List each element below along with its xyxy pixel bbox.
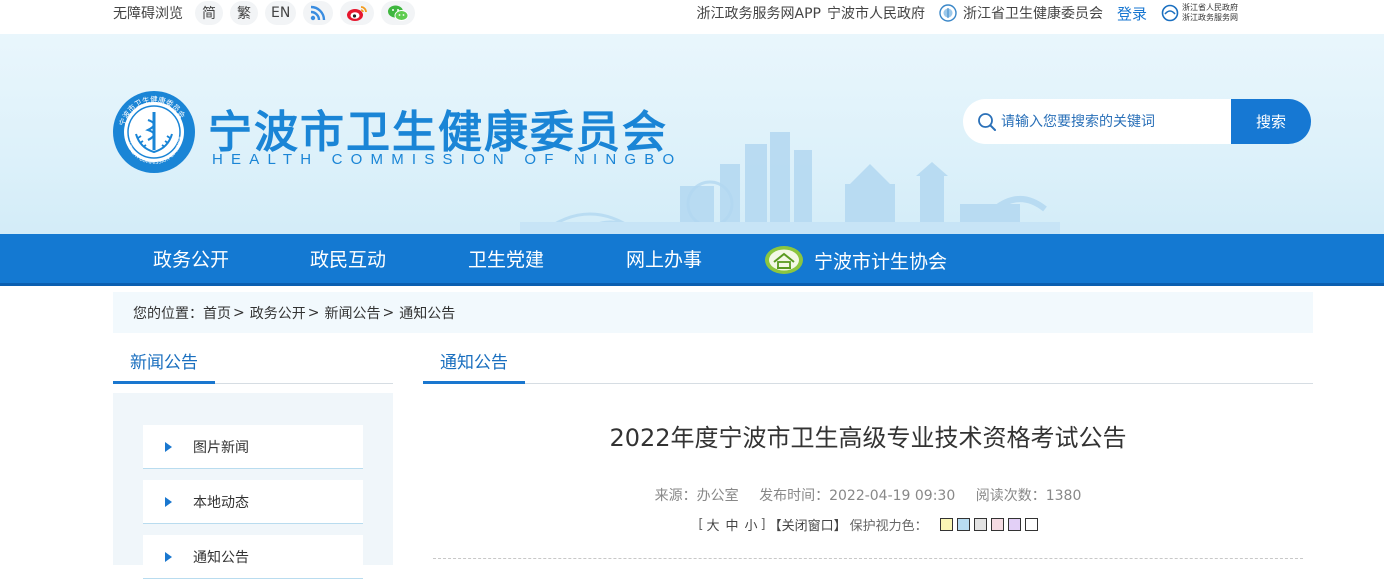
search-button[interactable]: 搜索 bbox=[1231, 99, 1311, 144]
eye-color-swatch-yellow[interactable] bbox=[939, 518, 953, 531]
breadcrumb-prefix: 您的位置： bbox=[133, 305, 203, 322]
close-window-button[interactable]: 【关闭窗口】 bbox=[769, 515, 847, 534]
breadcrumb-separator: > bbox=[382, 304, 395, 321]
top-bar-right: 浙江政务服务网APP 宁波市人民政府 浙江省卫生健康委员会 登录 浙江省人民政府… bbox=[691, 0, 1238, 26]
nav-item-family-planning-association[interactable]: 宁波市计生协会 bbox=[764, 234, 947, 286]
breadcrumb-separator: > bbox=[307, 304, 320, 321]
article-title: 2022年度宁波市卫生高级专业技术资格考试公告 bbox=[609, 424, 1127, 452]
zj-health-commission-link[interactable]: 浙江省卫生健康委员会 bbox=[963, 3, 1103, 23]
breadcrumb-separator: > bbox=[233, 304, 245, 321]
accessibility-link[interactable]: 无障碍浏览 bbox=[113, 3, 183, 23]
weibo-icon bbox=[347, 6, 368, 21]
search-box bbox=[963, 99, 1243, 144]
zjzwfw-app-link[interactable]: 浙江政务服务网APP bbox=[697, 3, 821, 23]
search-icon bbox=[978, 113, 996, 131]
nav-item-government-affairs[interactable]: 政务公开 bbox=[153, 234, 229, 286]
font-size-small-button[interactable]: 小 bbox=[744, 515, 757, 534]
article-publish-time: 发布时间：2022-04-19 09:30 bbox=[759, 488, 956, 504]
ningbo-gov-link[interactable]: 宁波市人民政府 bbox=[827, 3, 925, 23]
eye-color-swatch-white[interactable] bbox=[1024, 518, 1038, 531]
eye-color-swatch-blue[interactable] bbox=[956, 518, 970, 531]
zj-gov-logo-line1: 浙江省人民政府 bbox=[1182, 3, 1238, 12]
top-bar: 无障碍浏览 简 繁 EN 浙江政务服务网APP 宁波市人民政府 浙江省卫生健康委… bbox=[0, 0, 1384, 26]
zj-gov-logo-text: 浙江省人民政府 浙江政务服务网 bbox=[1182, 3, 1238, 23]
font-size-bracket-close: ] bbox=[760, 517, 766, 532]
rss-icon bbox=[311, 5, 326, 21]
wechat-icon bbox=[388, 5, 409, 21]
sidebar-item-label: 图片新闻 bbox=[193, 439, 249, 456]
eye-color-swatch-gray[interactable] bbox=[973, 518, 987, 531]
breadcrumb-item-news[interactable]: 新闻公告 bbox=[324, 303, 380, 323]
search-bar: 搜索 bbox=[963, 99, 1311, 144]
emblem-icon bbox=[939, 4, 957, 22]
triangle-right-icon bbox=[165, 441, 172, 452]
triangle-right-icon bbox=[165, 496, 172, 507]
rss-button[interactable] bbox=[303, 1, 334, 25]
commission-seal-logo[interactable]: 宁波市卫生健康委员会 HEALTH COMMISSION OF NINGBO bbox=[112, 90, 196, 174]
top-bar-left: 无障碍浏览 简 繁 EN bbox=[113, 0, 422, 26]
article-source: 来源：办公室 bbox=[654, 488, 739, 504]
eye-protection-label: 保护视力色： bbox=[849, 519, 928, 534]
breadcrumb-item-notices[interactable]: 通知公告 bbox=[399, 303, 455, 323]
font-size-large-button[interactable]: 大 bbox=[706, 515, 719, 534]
english-button[interactable]: EN bbox=[265, 1, 297, 25]
article-divider bbox=[433, 558, 1303, 559]
breadcrumb-item-home[interactable]: 首页 bbox=[203, 303, 231, 323]
article-meta: 来源：办公室 发布时间：2022-04-19 09:30 阅读次数：1380 bbox=[423, 485, 1313, 505]
breadcrumb-item-government-affairs[interactable]: 政务公开 bbox=[250, 303, 306, 323]
article-tools: [ 大 中 小 ] 【关闭窗口】 保护视力色： bbox=[423, 515, 1313, 534]
zj-gov-logo-line2: 浙江政务服务网 bbox=[1182, 13, 1238, 22]
nav-item-association-label: 宁波市计生协会 bbox=[814, 250, 948, 273]
nav-item-online-services[interactable]: 网上办事 bbox=[626, 234, 702, 286]
sidebar-item-photo-news[interactable]: 图片新闻 bbox=[143, 425, 363, 469]
sidebar-item-notices[interactable]: 通知公告 bbox=[143, 535, 363, 579]
main-nav: 政务公开 政民互动 卫生党建 网上办事 宁波市计生协会 bbox=[0, 234, 1384, 286]
font-size-medium-button[interactable]: 中 bbox=[725, 515, 738, 534]
family-planning-association-icon bbox=[765, 246, 803, 274]
eye-color-swatch-purple[interactable] bbox=[1007, 518, 1021, 531]
zj-gov-logo[interactable]: 浙江省人民政府 浙江政务服务网 bbox=[1161, 3, 1238, 23]
nav-item-party-building[interactable]: 卫生党建 bbox=[468, 234, 544, 286]
nav-item-public-interaction[interactable]: 政民互动 bbox=[310, 234, 386, 286]
sidebar-item-local-news[interactable]: 本地动态 bbox=[143, 480, 363, 524]
traditional-chinese-button[interactable]: 繁 bbox=[230, 1, 258, 25]
sidebar-header: 新闻公告 bbox=[113, 343, 393, 384]
eye-color-swatch-pink[interactable] bbox=[990, 518, 1004, 531]
font-size-bracket-open: [ bbox=[698, 517, 704, 532]
search-input[interactable] bbox=[1001, 99, 1233, 144]
login-link[interactable]: 登录 bbox=[1117, 3, 1147, 24]
breadcrumb: 您的位置： 首页 > 政务公开 > 新闻公告 > 通知公告 bbox=[113, 292, 1313, 333]
simplified-chinese-button[interactable]: 简 bbox=[195, 1, 223, 25]
site-header: 宁波市卫生健康委员会 HEALTH COMMISSION OF NINGBO 宁… bbox=[0, 34, 1384, 234]
zj-gov-logo-icon bbox=[1161, 4, 1179, 22]
content-section-title: 通知公告 bbox=[423, 343, 525, 384]
triangle-right-icon bbox=[165, 551, 172, 562]
content-header: 通知公告 bbox=[423, 343, 1313, 384]
sidebar-title: 新闻公告 bbox=[113, 343, 215, 384]
wechat-button[interactable] bbox=[381, 1, 416, 25]
weibo-button[interactable] bbox=[340, 1, 375, 25]
article-view-count: 阅读次数：1380 bbox=[975, 488, 1082, 504]
sidebar-panel: 图片新闻 本地动态 通知公告 bbox=[113, 393, 393, 579]
sidebar-item-label: 通知公告 bbox=[193, 549, 249, 566]
sidebar-item-label: 本地动态 bbox=[193, 494, 249, 511]
